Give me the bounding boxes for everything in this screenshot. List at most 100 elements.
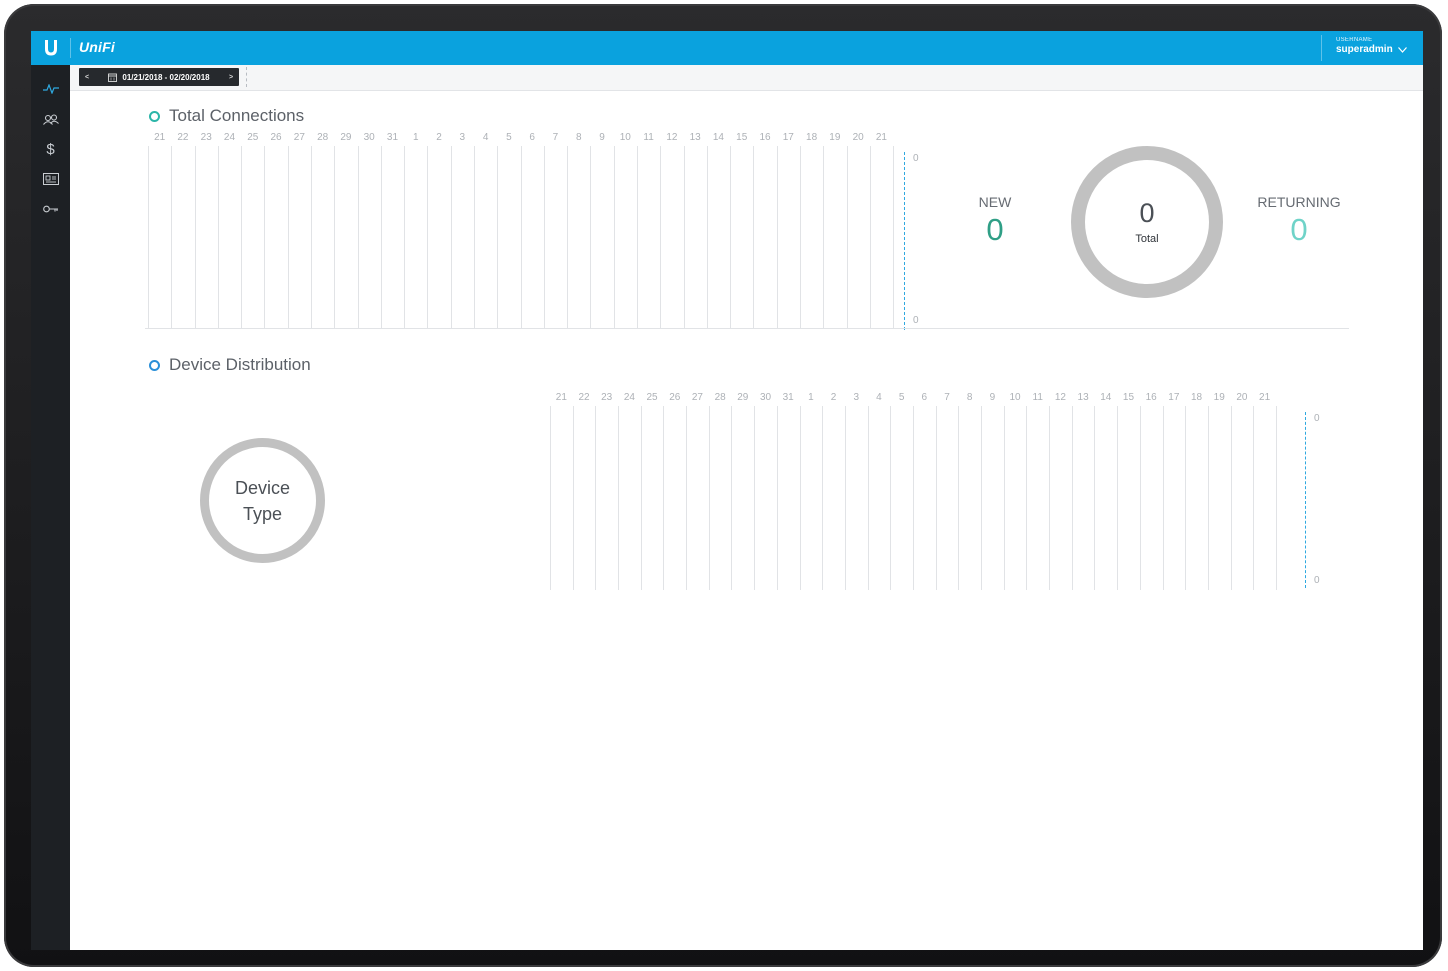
current-time-marker: [904, 152, 905, 330]
grid-line: [958, 406, 960, 590]
grid-line: [427, 146, 429, 329]
grid-line: [380, 146, 382, 329]
sidebar-item-vouchers[interactable]: [31, 165, 70, 193]
device-type-label: Device Type: [235, 475, 290, 527]
x-tick-label: 21: [1259, 392, 1271, 403]
sidebar-item-payments[interactable]: $: [31, 135, 70, 163]
grid-line: [473, 146, 475, 329]
grid-line: [1094, 406, 1096, 590]
grid-line: [1207, 406, 1209, 590]
x-tick-label: 14: [1100, 392, 1112, 403]
x-tick-label: 26: [669, 392, 681, 403]
section-marker-icon: [149, 359, 160, 371]
next-range-button[interactable]: >: [223, 74, 239, 81]
grid-line: [844, 406, 846, 590]
x-tick-label: 19: [1213, 392, 1225, 403]
x-tick-label: 16: [759, 132, 771, 143]
app-screen: UniFi USERNAME superadmin $ < 01/21/2018…: [31, 31, 1423, 950]
new-connections-stat: NEW 0: [955, 194, 1035, 248]
sidebar-item-passwords[interactable]: [31, 195, 70, 223]
x-tick-label: 1: [808, 392, 814, 403]
username-row[interactable]: superadmin: [1336, 44, 1407, 55]
grid-line: [1071, 406, 1073, 590]
date-filter-bar: < 01/21/2018 - 02/20/2018 >: [70, 65, 1423, 91]
x-tick-label: 20: [852, 132, 864, 143]
x-tick-label: 2: [436, 132, 442, 143]
grid-line: [1230, 406, 1232, 590]
returning-connections-stat: RETURNING 0: [1250, 194, 1348, 248]
grid-line: [730, 146, 732, 329]
x-tick-label: 6: [529, 132, 535, 143]
x-tick-label: 25: [247, 132, 259, 143]
grid-line: [776, 146, 778, 329]
grid-line: [567, 146, 569, 329]
pulse-icon: [42, 84, 59, 94]
grid-line: [1026, 406, 1028, 590]
x-tick-label: 25: [646, 392, 658, 403]
grid-line: [822, 406, 824, 590]
voucher-icon: [42, 173, 59, 185]
x-tick-label: 11: [1032, 392, 1043, 403]
grid-line: [890, 406, 892, 590]
x-tick-label: 4: [482, 132, 489, 143]
grid-line: [194, 146, 196, 329]
x-tick-label: 27: [691, 392, 703, 403]
grid-line: [1185, 406, 1187, 590]
x-tick-label: 17: [782, 132, 794, 143]
y-axis-max-label: 0: [1314, 413, 1320, 424]
grid-line: [731, 406, 733, 590]
grid-line: [595, 406, 597, 590]
grid-line: [823, 146, 825, 329]
prev-range-button[interactable]: <: [79, 74, 95, 81]
grid-line: [1275, 406, 1277, 590]
grid-line: [660, 146, 662, 329]
users-icon: [42, 113, 59, 125]
grid-line: [846, 146, 848, 329]
grid-line: [867, 406, 869, 590]
y-axis-max-label: 0: [913, 153, 919, 164]
x-tick-label: 23: [601, 392, 613, 403]
section-marker-icon: [149, 110, 160, 122]
ubiquiti-logo-icon[interactable]: [31, 31, 70, 65]
device-distribution-heading: Device Distribution: [149, 355, 311, 375]
x-tick-label: 5: [506, 132, 512, 143]
x-tick-label: 15: [736, 132, 748, 143]
returning-label: RETURNING: [1257, 194, 1341, 210]
date-range-display[interactable]: 01/21/2018 - 02/20/2018: [95, 73, 223, 82]
x-tick-label: 22: [177, 132, 189, 143]
grid-line: [869, 146, 871, 329]
sidebar: $: [31, 65, 70, 950]
grid-line: [776, 406, 778, 590]
total-connections-heading: Total Connections: [149, 106, 304, 126]
user-divider: [1321, 35, 1322, 61]
x-tick-label: 1: [412, 132, 419, 143]
total-value: 0: [1139, 197, 1155, 228]
grid-line: [706, 146, 708, 329]
grid-line: [754, 406, 756, 590]
grid-line: [590, 146, 592, 329]
grid-line: [799, 146, 801, 329]
x-tick-label: 17: [1168, 392, 1180, 403]
sidebar-item-statistics[interactable]: [31, 75, 70, 103]
device-type-label-line2: Type: [242, 503, 283, 524]
grid-line: [618, 406, 620, 590]
date-range-picker[interactable]: < 01/21/2018 - 02/20/2018 >: [79, 68, 239, 86]
grid-line: [893, 146, 895, 329]
grid-line: [217, 146, 219, 329]
user-menu[interactable]: USERNAME superadmin: [1336, 37, 1407, 55]
returning-value: 0: [1290, 212, 1308, 247]
grid-line: [572, 406, 574, 590]
grid-line: [310, 146, 312, 329]
x-tick-label: 21: [154, 132, 166, 143]
grid-line: [543, 146, 545, 329]
x-tick-label: 7: [552, 132, 559, 143]
x-tick-label: 9: [599, 132, 605, 143]
grid-line: [241, 146, 243, 329]
new-label: NEW: [978, 194, 1012, 210]
x-tick-label: 3: [459, 132, 466, 143]
grid-line: [1253, 406, 1255, 590]
x-tick-label: 31: [782, 392, 794, 403]
sidebar-item-guests[interactable]: [31, 105, 70, 133]
total-connections-chart: 21 22 23 24 25 26 27 28 29 30 31 1 2 3 4 5 6 7 8 9 10 11 12 13 1…: [148, 132, 928, 329]
y-axis-min-label: 0: [913, 315, 919, 326]
